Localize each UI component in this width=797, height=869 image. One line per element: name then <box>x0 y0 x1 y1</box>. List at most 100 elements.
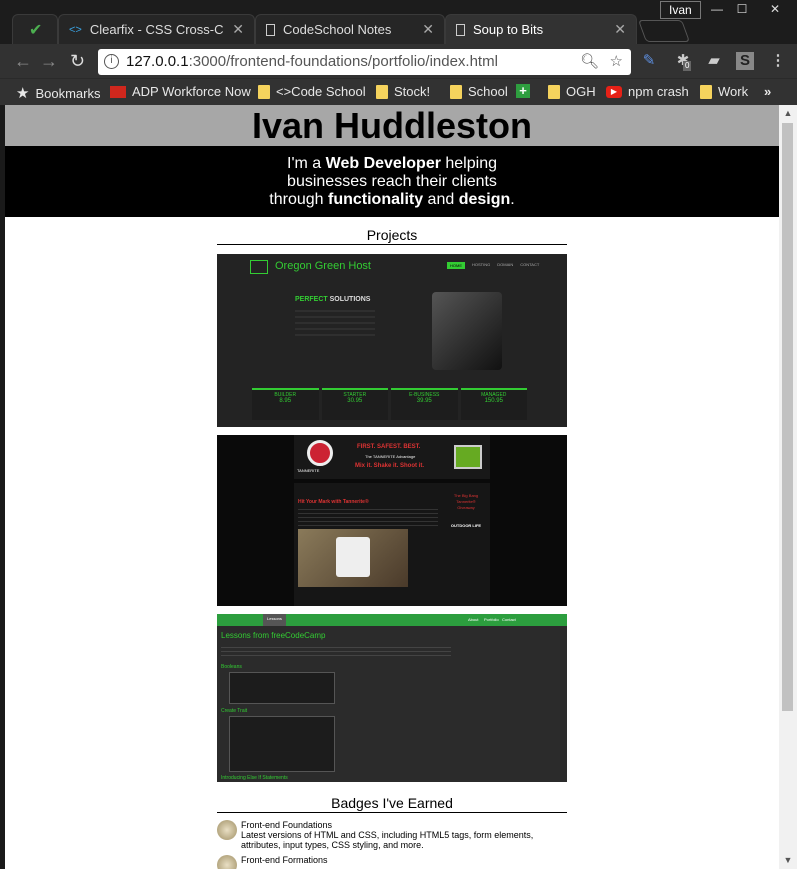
badge-item: Front-end Foundations Latest versions of… <box>217 820 567 850</box>
badge-icon <box>217 855 237 869</box>
ogh-brand: Oregon Green Host <box>275 260 371 272</box>
plus-icon: + <box>516 84 530 98</box>
tannerite-heading: Hit Your Mark with Tannerite® <box>298 499 369 505</box>
folder-icon <box>700 84 712 99</box>
zoom-icon[interactable]: 🔍︎ <box>580 49 599 75</box>
project-screenshot-tannerite[interactable]: TANNERITE FIRST. SAFEST. BEST. The TANNE… <box>217 435 567 606</box>
profile-button[interactable]: Ivan <box>660 1 701 19</box>
pen-extension-icon[interactable]: ✎ <box>640 52 658 70</box>
stamp-extension-icon[interactable]: ▰ <box>705 52 723 70</box>
puzzle-extension-icon[interactable]: ✱0 <box>674 52 692 71</box>
code-block <box>229 716 335 772</box>
close-window-button[interactable]: ✕ <box>760 0 790 18</box>
ogh-nav: HOME HOSTING DOMAIN CONTACT <box>447 262 539 269</box>
tagline-text: businesses reach their clients <box>287 173 497 190</box>
fcc-nav-item: Contact <box>502 617 516 622</box>
tagline-bold: functionality <box>328 191 424 208</box>
fcc-nav-item: Lessons <box>263 614 286 626</box>
badge-icon <box>217 820 237 840</box>
bookmark-work[interactable]: Work <box>700 84 748 99</box>
plan-price: 8.95 <box>279 398 292 404</box>
fcc-nav-item: Portfolio <box>484 617 499 622</box>
badge-name: Front-end Formations <box>241 855 328 865</box>
plan-price: 150.95 <box>484 398 503 404</box>
back-icon[interactable]: ← <box>14 52 32 70</box>
new-tab-button[interactable] <box>637 20 691 42</box>
info-icon[interactable]: i <box>104 54 119 69</box>
ogh-nav-item: HOME <box>447 262 465 269</box>
ogh-headline: PERFECT SOLUTIONS <box>295 296 370 303</box>
tannerite-sidebar: The Big Bang Tannerite® Giveaway OUTDOOR… <box>442 493 490 529</box>
bookmark-label: OGH <box>566 84 596 99</box>
bookmark-label: ADP Workforce Now <box>132 84 251 99</box>
tab-pinned[interactable]: ✔ <box>12 14 58 44</box>
bookmark-label: npm crash <box>628 84 689 99</box>
project-screenshot-fcc[interactable]: Lessons About Portfolio Contact Lessons … <box>217 614 567 782</box>
badges-heading: Badges I've Earned <box>217 795 567 813</box>
close-tab-icon[interactable]: ✕ <box>232 21 244 38</box>
bookmark-plus[interactable]: + <box>516 84 530 98</box>
toolbar: ← → ↻ i 127.0.0.1:3000/frontend-foundati… <box>0 44 797 78</box>
tab-clearfix[interactable]: <> Clearfix - CSS Cross-Cou ✕ <box>58 14 255 44</box>
bookmark-npm-crash[interactable]: ▶ npm crash <box>606 84 689 99</box>
tab-soup-to-bits[interactable]: Soup to Bits ✕ <box>445 14 637 44</box>
tagline-bold: Web Developer <box>325 155 441 172</box>
fcc-copy <box>221 647 451 657</box>
tannerite-slogan: Mix it. Shake it. Shoot it. <box>355 463 425 469</box>
maximize-button[interactable]: ☐ <box>727 0 757 18</box>
tagline-bold: design <box>458 191 511 208</box>
section-title: Badges I've Earned <box>217 795 567 813</box>
adp-logo-icon <box>110 85 126 98</box>
project-screenshot-ogh[interactable]: Oregon Green Host HOME HOSTING DOMAIN CO… <box>217 254 567 427</box>
tab-label: Soup to Bits <box>473 22 544 37</box>
tagline-text: through <box>269 191 328 208</box>
plan-price: 30.95 <box>347 398 363 404</box>
bookmark-label: School <box>468 84 508 99</box>
forward-icon[interactable]: → <box>40 52 58 70</box>
vertical-scrollbar[interactable]: ▲ ▼ <box>779 105 797 869</box>
scroll-down-icon[interactable]: ▼ <box>783 855 793 865</box>
close-tab-icon[interactable]: ✕ <box>614 21 626 38</box>
tagline-text: . <box>510 191 515 208</box>
bookmark-ogh[interactable]: OGH <box>548 84 596 99</box>
tannerite-logo-text: TANNERITE <box>297 468 320 473</box>
check-icon: ✔ <box>29 21 43 39</box>
projects-heading: Projects <box>217 227 567 245</box>
fcc-subtitle: Booleans <box>221 664 242 670</box>
fcc-subtitle: Create Trait <box>221 708 248 714</box>
bookmark-label: <>Code School <box>276 84 366 99</box>
folder-icon <box>376 84 388 99</box>
tannerite-content: Hit Your Mark with Tannerite® The Big Ba… <box>294 483 490 606</box>
document-icon <box>456 23 465 36</box>
scroll-up-icon[interactable]: ▲ <box>783 108 793 118</box>
star-icon[interactable]: ☆ <box>610 49 623 75</box>
ogh-headline-a: PERFECT <box>295 296 328 303</box>
scrollbar-thumb[interactable] <box>782 123 793 711</box>
bookmark-stock[interactable]: Stock! <box>376 84 430 99</box>
tab-codeschool-notes[interactable]: CodeSchool Notes ✕ <box>255 14 445 44</box>
ogh-copy <box>295 310 375 340</box>
s-extension-icon[interactable]: S <box>736 52 754 70</box>
section-title: Projects <box>217 227 567 245</box>
close-tab-icon[interactable]: ✕ <box>422 21 434 38</box>
ogh-logo-icon <box>250 260 268 274</box>
folder-icon <box>258 84 270 99</box>
ogh-plan: BUILDER 8.95 <box>252 388 319 420</box>
menu-icon[interactable]: ⋮ <box>769 52 787 70</box>
tannerite-slogan: FIRST. SAFEST. BEST. <box>357 444 421 450</box>
bookmarks-button[interactable]: ★ Bookmarks <box>16 84 100 102</box>
tagline-text: helping <box>440 155 497 172</box>
ogh-headline-b: SOLUTIONS <box>327 296 371 303</box>
bookmark-adp[interactable]: ADP Workforce Now <box>110 84 251 99</box>
tab-label: CodeSchool Notes <box>283 22 392 37</box>
tab-label: Clearfix - CSS Cross-Cou <box>89 22 225 37</box>
more-bookmarks-button[interactable]: » <box>764 84 771 99</box>
reload-icon[interactable]: ↻ <box>70 52 85 70</box>
bookmark-codeschool[interactable]: <>Code School <box>258 84 366 99</box>
browser-chrome: ✔ <> Clearfix - CSS Cross-Cou ✕ CodeScho… <box>0 0 797 105</box>
address-host: 127.0.0.1 <box>126 53 189 70</box>
bookmark-school[interactable]: School <box>450 84 508 99</box>
address-bar[interactable]: i 127.0.0.1:3000/frontend-foundations/po… <box>98 49 631 75</box>
side-text: Giveaway <box>457 505 475 510</box>
code-icon: <> <box>69 23 82 36</box>
